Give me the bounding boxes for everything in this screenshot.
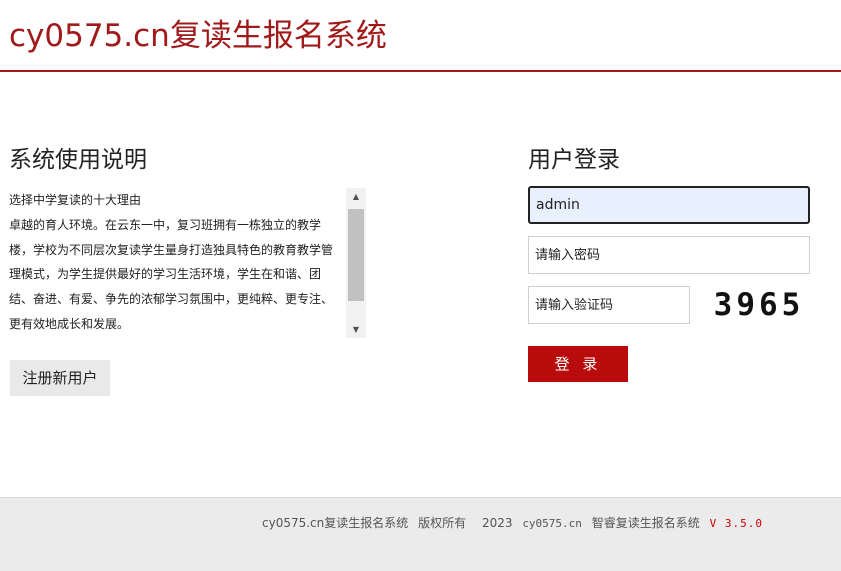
instructions-line: 卓越的育人环境。在云东一中，复习班拥有一栋独立的教学: [9, 217, 322, 232]
footer-text: cy0575.cn复读生报名系统 版权所有 2023 cy0575.cn 智睿复…: [262, 514, 769, 531]
footer-site: cy0575.cn复读生报名系统: [262, 516, 409, 530]
instructions-line: 楼，学校为不同层次复读学生量身打造独具特色的教育教学管: [9, 242, 334, 257]
instructions-box[interactable]: 选择中学复读的十大理由 卓越的育人环境。在云东一中，复习班拥有一栋独立的教学 楼…: [9, 188, 366, 338]
instructions-title: 系统使用说明: [9, 147, 147, 173]
header: cy0575.cn复读生报名系统: [0, 0, 841, 72]
instructions-line: 理模式，为学生提供最好的学习生活环境，学生在和谐、团: [9, 267, 322, 282]
login-button[interactable]: 登 录: [528, 346, 628, 382]
footer-domain: cy0575.cn: [522, 517, 582, 530]
footer-year: 2023: [481, 516, 513, 530]
instructions-line: 结、奋进、有爱、争先的浓郁学习氛围中，更纯粹、更专注、: [9, 292, 334, 307]
scroll-thumb[interactable]: [348, 209, 364, 301]
instructions-line: 更有效地成长和发展。: [9, 316, 130, 331]
register-button[interactable]: 注册新用户: [10, 360, 110, 396]
captcha-input[interactable]: [528, 286, 690, 324]
footer: cy0575.cn复读生报名系统 版权所有 2023 cy0575.cn 智睿复…: [0, 497, 841, 571]
captcha-image[interactable]: 3965: [708, 288, 810, 322]
scroll-up-icon[interactable]: ▲: [346, 188, 366, 205]
instructions-text: 选择中学复读的十大理由 卓越的育人环境。在云东一中，复习班拥有一栋独立的教学 楼…: [9, 188, 344, 338]
scroll-down-icon[interactable]: ▼: [346, 321, 366, 338]
instructions-scrollbar[interactable]: ▲ ▼: [346, 188, 366, 338]
footer-version: V 3.5.0: [709, 517, 763, 530]
login-title: 用户登录: [528, 147, 620, 173]
username-input[interactable]: [528, 186, 810, 224]
footer-rights: 版权所有: [418, 516, 467, 530]
instructions-line: 选择中学复读的十大理由: [9, 193, 142, 207]
site-title: cy0575.cn复读生报名系统: [9, 18, 387, 54]
password-input[interactable]: [528, 236, 810, 274]
footer-product: 智睿复读生报名系统: [591, 516, 700, 530]
